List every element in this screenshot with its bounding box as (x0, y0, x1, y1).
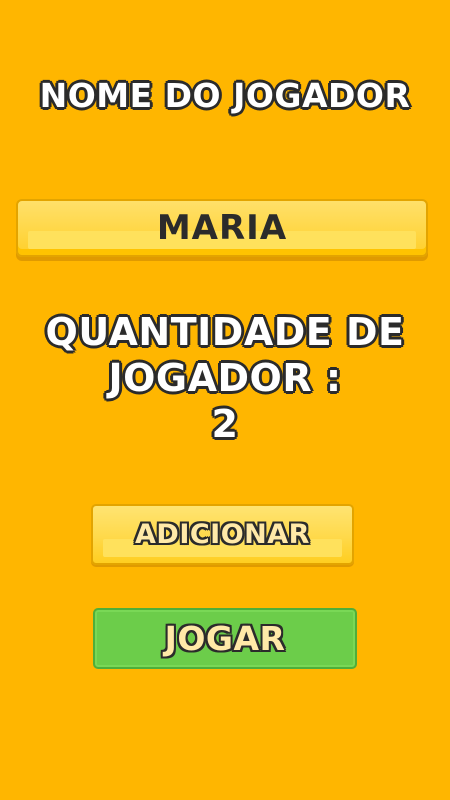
add-player-label: ADICIONAR (135, 519, 310, 550)
player-name-title: NOME DO JOGADOR (39, 76, 411, 115)
player-count-label: QUANTIDADE DE JOGADOR : (45, 310, 405, 400)
player-name-input[interactable]: MARIA (16, 199, 428, 257)
play-button[interactable]: JOGAR (93, 608, 357, 669)
player-count-text: QUANTIDADE DE JOGADOR : 2 (0, 309, 450, 447)
player-count-value: 2 (211, 402, 239, 446)
add-player-button[interactable]: ADICIONAR (91, 504, 354, 565)
player-name-value: MARIA (156, 208, 288, 248)
play-label: JOGAR (164, 619, 286, 658)
